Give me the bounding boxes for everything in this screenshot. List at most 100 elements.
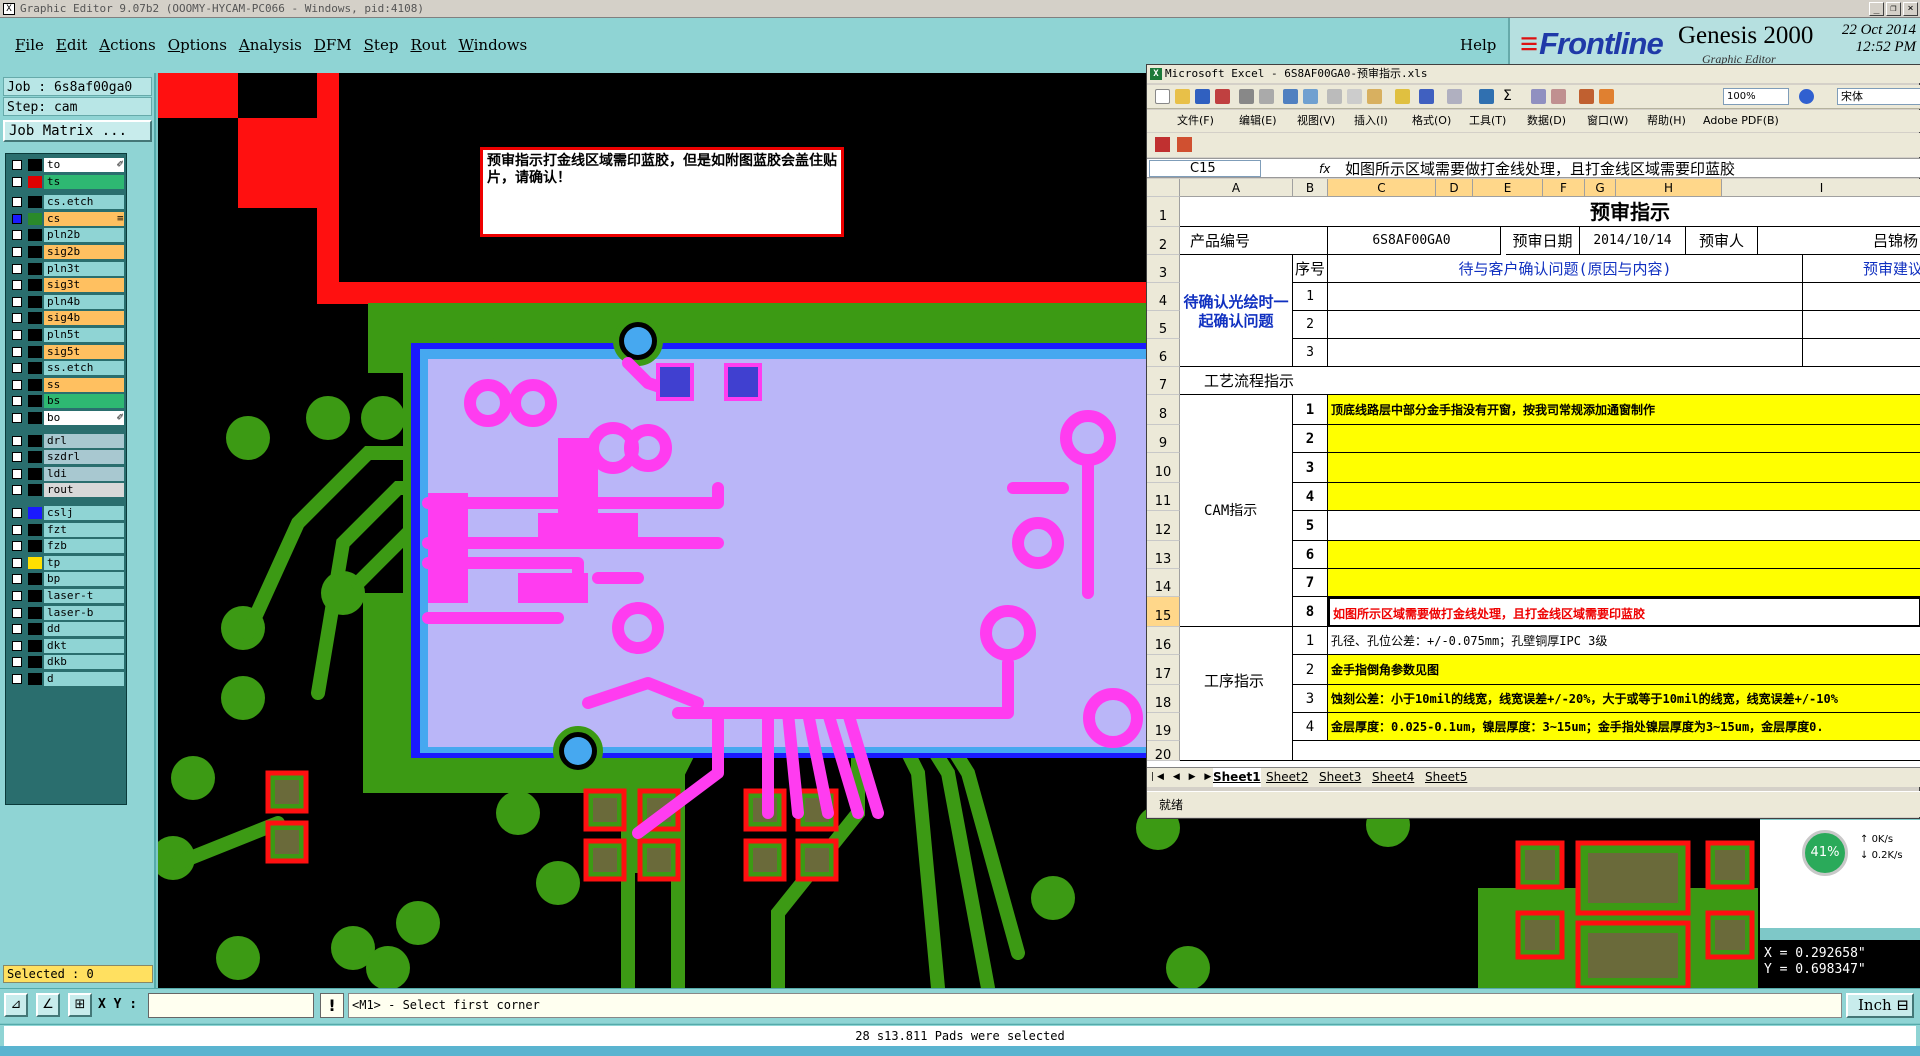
layer-row-d[interactable]: d bbox=[8, 672, 126, 686]
cell-date-label[interactable]: 预审日期 bbox=[1506, 227, 1580, 255]
layer-row-rout[interactable]: rout bbox=[8, 483, 126, 498]
spreadsheet-grid[interactable]: A B C D E F G H I 1 2 3 4 5 6 7 8 9 10 11 12 13 14 15 16 17 18 19 20… bbox=[1147, 179, 1920, 767]
layer-checkbox[interactable] bbox=[12, 379, 22, 390]
layer-checkbox[interactable] bbox=[12, 313, 22, 324]
redo-icon[interactable] bbox=[1447, 89, 1462, 104]
layer-row-fzt[interactable]: fzt bbox=[8, 522, 126, 537]
layer-row-fzb[interactable]: fzb bbox=[8, 539, 126, 554]
layer-row-cs.etch[interactable]: cs.etch bbox=[8, 195, 126, 210]
cell-cam-num[interactable]: 4 bbox=[1293, 483, 1328, 511]
layer-row-drl[interactable]: drl bbox=[8, 433, 126, 448]
autosum-icon[interactable]: Σ bbox=[1503, 89, 1518, 104]
layer-row-to[interactable]: to ✐ bbox=[8, 158, 126, 172]
units-button[interactable]: Inch ⊟ bbox=[1846, 993, 1914, 1018]
cell-q-text[interactable] bbox=[1328, 283, 1803, 311]
cell-cam-label[interactable]: CAM指示 bbox=[1180, 395, 1293, 627]
menu-rout[interactable]: Rout bbox=[407, 36, 455, 54]
excel-menu-item[interactable]: 数据(D) bbox=[1527, 110, 1566, 132]
cell-cam-text[interactable] bbox=[1328, 511, 1920, 541]
formula-input[interactable]: 如图所示区域需要做打金线处理，且打金线区域需要印蓝胶 bbox=[1345, 159, 1735, 179]
layer-checkbox[interactable] bbox=[12, 640, 22, 651]
cell-reviewer-value[interactable]: 吕锦杨 bbox=[1758, 227, 1920, 255]
excel-menu-item[interactable]: 编辑(E) bbox=[1239, 110, 1277, 132]
cell-q-text[interactable] bbox=[1328, 339, 1803, 367]
paste-icon[interactable] bbox=[1367, 89, 1382, 104]
layer-row-laser-t[interactable]: laser-t bbox=[8, 589, 126, 603]
drawing-icon[interactable] bbox=[1599, 89, 1614, 104]
menu-options[interactable]: Options bbox=[165, 36, 236, 54]
layer-row-ss[interactable]: ss bbox=[8, 377, 126, 392]
excel-menu-item[interactable]: 文件(F) bbox=[1177, 110, 1214, 132]
pdf-email-icon[interactable] bbox=[1177, 137, 1192, 152]
layer-row-sig3t[interactable]: sig3t bbox=[8, 278, 126, 293]
job-matrix-button[interactable]: Job Matrix ... bbox=[3, 120, 152, 142]
cell-prod-label[interactable]: 产品编号 bbox=[1180, 227, 1328, 255]
layer-row-tp[interactable]: tp bbox=[8, 555, 126, 570]
cell-cam-text[interactable] bbox=[1328, 541, 1920, 569]
excel-menu-item[interactable]: 格式(O) bbox=[1412, 110, 1451, 132]
sheet-tab-sheet4[interactable]: Sheet4 bbox=[1372, 768, 1414, 787]
layer-checkbox[interactable] bbox=[12, 624, 22, 635]
cell-cam-num[interactable]: 7 bbox=[1293, 569, 1328, 597]
restore-button[interactable]: ❐ bbox=[1886, 2, 1901, 16]
zoom-dropdown[interactable]: 100% bbox=[1723, 88, 1789, 105]
cell-cam-text[interactable] bbox=[1328, 425, 1920, 453]
menu-actions[interactable]: Actions bbox=[96, 36, 164, 54]
cell-cam-num[interactable]: 3 bbox=[1293, 453, 1328, 483]
print-icon[interactable] bbox=[1239, 89, 1254, 104]
sheet-tab-sheet5[interactable]: Sheet5 bbox=[1425, 768, 1467, 787]
layer-checkbox[interactable] bbox=[12, 674, 22, 684]
layer-row-pln4b[interactable]: pln4b bbox=[8, 294, 126, 309]
sheet-title[interactable]: 预审指示 bbox=[1180, 197, 1920, 227]
layer-row-ldi[interactable]: ldi bbox=[8, 466, 126, 481]
layer-row-laser-b[interactable]: laser-b bbox=[8, 605, 126, 620]
cell-work-num[interactable]: 2 bbox=[1293, 655, 1328, 685]
cell-cam-num[interactable]: 6 bbox=[1293, 541, 1328, 569]
measure-icon[interactable]: ∠ bbox=[36, 993, 60, 1017]
print-preview-icon[interactable] bbox=[1259, 89, 1274, 104]
layer-row-bs[interactable]: bs bbox=[8, 394, 126, 409]
cell-cam-num[interactable]: 8 bbox=[1293, 597, 1328, 627]
layer-checkbox[interactable] bbox=[12, 330, 22, 340]
menu-file[interactable]: File bbox=[12, 36, 53, 54]
excel-menu-item[interactable]: 插入(I) bbox=[1354, 110, 1388, 132]
cell-work-text[interactable]: 金层厚度：0.025-0.1um，镍层厚度：3~15um；金手指处镍层厚度为3~… bbox=[1328, 713, 1920, 741]
sort-descending-icon[interactable] bbox=[1551, 89, 1566, 104]
save-icon[interactable] bbox=[1195, 89, 1210, 104]
layer-row-pln2b[interactable]: pln2b bbox=[8, 228, 126, 243]
layer-checkbox[interactable] bbox=[12, 452, 22, 463]
new-icon[interactable] bbox=[1155, 89, 1170, 104]
open-icon[interactable] bbox=[1175, 89, 1190, 104]
menu-step[interactable]: Step bbox=[361, 36, 408, 54]
cell-q-num[interactable]: 3 bbox=[1293, 339, 1328, 367]
cell-partial[interactable] bbox=[1293, 741, 1920, 761]
font-dropdown[interactable]: 宋体 bbox=[1837, 88, 1920, 105]
layer-checkbox[interactable] bbox=[12, 485, 22, 496]
layer-checkbox[interactable] bbox=[12, 296, 22, 307]
layer-row-szdrl[interactable]: szdrl bbox=[8, 450, 126, 465]
close-button[interactable]: × bbox=[1903, 2, 1918, 16]
layer-checkbox[interactable] bbox=[12, 197, 22, 208]
grid-icon[interactable]: ⊞ bbox=[68, 993, 92, 1017]
layer-checkbox[interactable] bbox=[12, 230, 22, 241]
layer-row-sig5t[interactable]: sig5t bbox=[8, 344, 126, 359]
layer-row-pln3t[interactable]: pln3t bbox=[8, 261, 126, 276]
format-painter-icon[interactable] bbox=[1395, 89, 1410, 104]
convert-to-pdf-icon[interactable] bbox=[1155, 137, 1170, 152]
layer-row-ss.etch[interactable]: ss.etch bbox=[8, 361, 126, 376]
menu-help[interactable]: Help bbox=[1460, 36, 1496, 54]
layer-row-dkt[interactable]: dkt bbox=[8, 638, 126, 653]
menu-windows[interactable]: Windows bbox=[455, 36, 536, 54]
layer-row-cs[interactable]: cs ≡ bbox=[8, 211, 126, 226]
layer-checkbox[interactable] bbox=[12, 363, 22, 374]
menu-analysis[interactable]: Analysis bbox=[236, 36, 311, 54]
permission-icon[interactable] bbox=[1215, 89, 1230, 104]
cell-work-num[interactable]: 1 bbox=[1293, 627, 1328, 655]
layer-checkbox[interactable] bbox=[12, 607, 22, 618]
exclamation-button[interactable]: ! bbox=[320, 993, 344, 1018]
cut-icon[interactable] bbox=[1327, 89, 1342, 104]
layer-row-cslj[interactable]: cslj bbox=[8, 506, 126, 520]
layer-checkbox[interactable] bbox=[12, 213, 22, 224]
layer-checkbox[interactable] bbox=[12, 247, 22, 257]
cell-cam-text[interactable]: 顶底线路层中部分金手指没有开窗，按我司常规添加通窗制作 bbox=[1328, 395, 1920, 425]
